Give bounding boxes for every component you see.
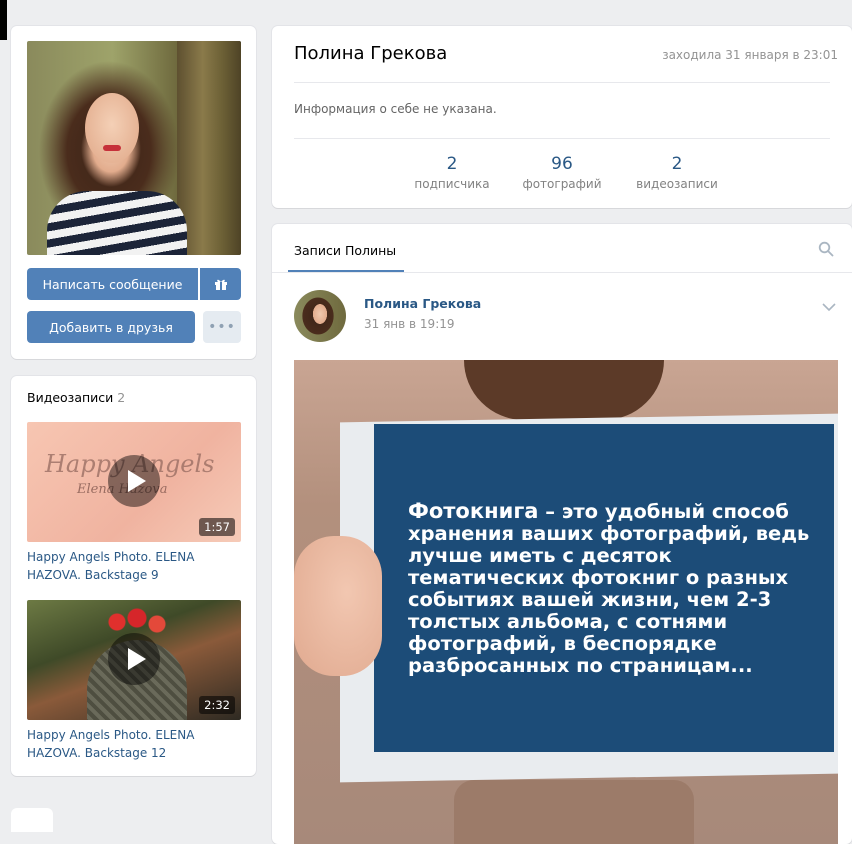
videos-count: 2 (117, 390, 126, 405)
videos-title: Видеозаписи (27, 390, 114, 405)
about-info: Информация о себе не указана. (294, 102, 497, 116)
photo-lips (103, 145, 121, 151)
divider (294, 82, 830, 83)
stat-videos-label: видеозаписи (636, 177, 718, 191)
image-caption-lead: Фотокнига (408, 499, 539, 523)
gift-button[interactable] (200, 268, 241, 300)
stat-photos-count: 96 (551, 154, 573, 174)
image-caption-rest: – это удобный способ хранения ваших фото… (408, 500, 810, 677)
post-author-name[interactable]: Полина Грекова (364, 296, 481, 311)
add-friend-button[interactable]: Добавить в друзья (27, 311, 195, 343)
profile-name: Полина Грекова (294, 43, 448, 64)
profile-photo[interactable] (27, 41, 241, 255)
search-icon[interactable] (818, 241, 834, 257)
video-duration: 2:32 (199, 696, 235, 714)
video-title-1[interactable]: Happy Angels Photo. ELENA HAZOVA. Backst… (27, 548, 241, 584)
stat-videos[interactable]: 2 видеозаписи (632, 154, 722, 191)
stat-followers-count: 2 (446, 154, 458, 174)
bottom-card-edge (11, 808, 53, 832)
videos-section-title[interactable]: Видеозаписи 2 (27, 390, 125, 405)
video-thumbnail-2[interactable]: 2:32 (27, 600, 241, 720)
image-shirt (454, 780, 694, 844)
divider (294, 138, 830, 139)
stat-photos-label: фотографий (522, 177, 602, 191)
post-author-avatar[interactable] (294, 290, 346, 342)
last-seen-status: заходила 31 января в 23:01 (662, 48, 838, 62)
gift-icon (214, 279, 227, 290)
photo-face (85, 93, 139, 163)
profile-photo-card: Написать сообщение Добавить в друзья ••• (11, 26, 256, 359)
profile-header-card: Полина Грекова заходила 31 января в 23:0… (272, 26, 852, 208)
stat-followers[interactable]: 2 подписчика (412, 154, 492, 191)
post-timestamp[interactable]: 31 янв в 19:19 (364, 317, 455, 331)
wall-card: Записи Полины Полина Грекова 31 янв в 19… (272, 224, 852, 844)
divider (272, 272, 852, 273)
image-hand (294, 536, 382, 676)
image-hair (464, 360, 664, 420)
video-duration: 1:57 (199, 518, 235, 536)
video-thumbnail-1[interactable]: Happy Angels Elena Hazova 1:57 (27, 422, 241, 542)
post-image[interactable]: Фотокнига – это удобный способ хранения … (294, 360, 838, 844)
play-icon (108, 633, 160, 685)
more-actions-button[interactable]: ••• (203, 311, 241, 343)
image-caption-text: Фотокнига – это удобный способ хранения … (408, 500, 828, 677)
tab-wall-posts[interactable]: Записи Полины (294, 243, 396, 258)
stat-photos[interactable]: 96 фотографий (520, 154, 604, 191)
send-message-button[interactable]: Написать сообщение (27, 268, 198, 300)
video-title-2[interactable]: Happy Angels Photo. ELENA HAZOVA. Backst… (27, 726, 241, 762)
top-edge-mark (0, 0, 7, 40)
play-icon (108, 455, 160, 507)
chevron-down-icon[interactable] (822, 302, 836, 312)
stat-videos-count: 2 (671, 154, 683, 174)
photo-tree-trunk (177, 41, 241, 255)
top-strip (0, 0, 852, 10)
stat-followers-label: подписчика (414, 177, 490, 191)
videos-card: Видеозаписи 2 Happy Angels Elena Hazova 1… (11, 376, 256, 776)
more-dots-icon: ••• (208, 319, 236, 335)
photo-striped-shirt (47, 191, 187, 255)
